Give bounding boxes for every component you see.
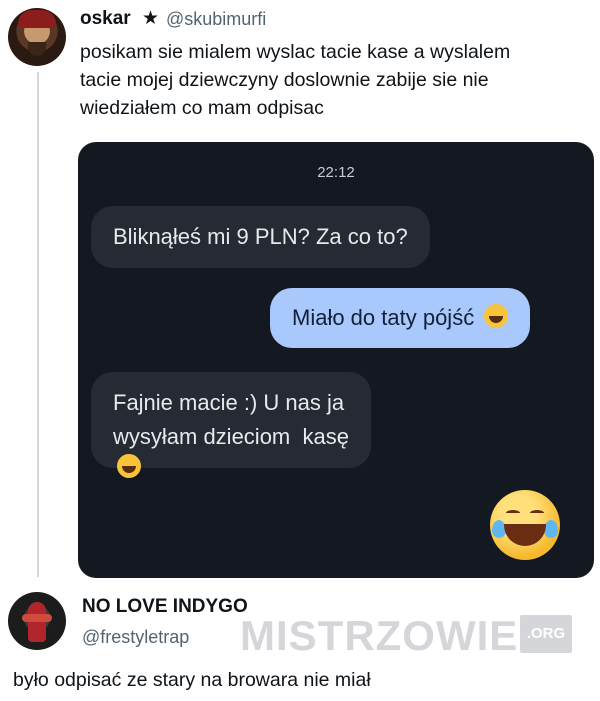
tears-of-joy-emoji-icon [490,490,560,560]
emoji-eye [530,510,544,516]
author-handle[interactable]: @skubimurfi [166,9,266,30]
received-message: Bliknąłeś mi 9 PLN? Za co to? [91,206,430,268]
received-message: Fajnie macie :) U nas ja wysyłam dziecio… [91,372,371,478]
thread-line [37,72,39,577]
emoji-eye [506,510,520,516]
reply-author-handle[interactable]: @frestyletrap [82,627,189,648]
avatar-hat [18,10,56,28]
message-text-line: wysyłam dzieciom kasę [113,420,349,478]
tweet-text-line: posikam sie mialem wyslac tacie kase a w… [80,41,511,63]
watermark-org: .ORG [520,615,572,653]
chat-time: 22:12 [317,164,355,181]
message-text: wysyłam dzieciom kasę [113,424,349,449]
message-text: Bliknąłeś mi 9 PLN? Za co to? [113,224,408,249]
reply-author-name[interactable]: NO LOVE INDYGO [82,596,248,618]
tears-of-joy-emoji-icon [117,454,141,478]
tweet-text-line: wiedziałem co mam odpisac [80,97,324,119]
avatar-figure [28,602,46,642]
reply-text: było odpisać ze stary na browara nie mia… [13,669,371,691]
avatar-beard [28,42,46,56]
watermark: MISTRZOWIE [240,612,519,659]
tweet-text-line: tacie mojej dziewczyny doslownie zabije … [80,69,489,91]
sent-message: Miało do taty pójść [270,288,531,348]
oskar-avatar[interactable] [8,8,66,66]
avatar-figure-arms [22,614,52,622]
star-icon: ★ [142,8,160,29]
emoji-mouth [504,524,546,546]
indygo-avatar[interactable] [8,592,66,650]
author-name[interactable]: oskar [80,8,131,30]
emoji-tear [544,520,558,538]
tweet-text: posikam sie mialem wyslac tacie kase a w… [80,38,590,122]
message-text: Miało do taty pójść [292,305,475,330]
chat-screenshot[interactable]: 22:12 Bliknąłeś mi 9 PLN? Za co to? Miał… [78,142,594,578]
grinning-sweat-emoji-icon [484,304,509,328]
message-text-line: Fajnie macie :) U nas ja [113,390,345,415]
